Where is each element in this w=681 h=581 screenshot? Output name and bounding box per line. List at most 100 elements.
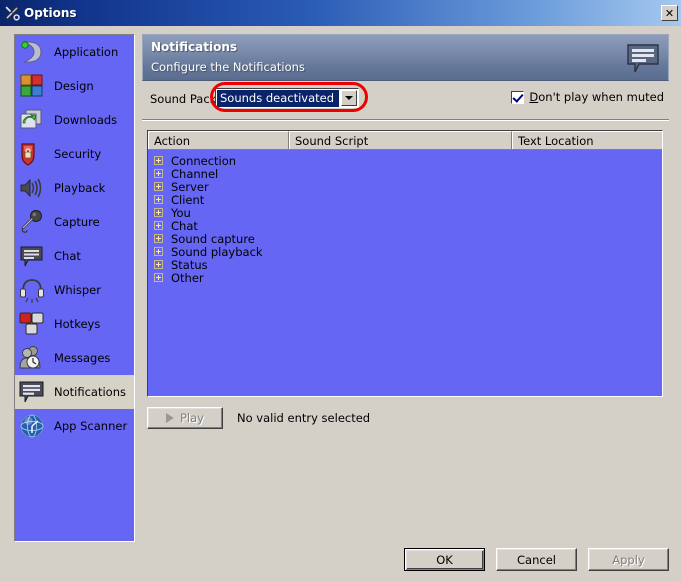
mute-option-accesskey: D — [529, 90, 539, 104]
table-row[interactable]: Server — [148, 179, 662, 194]
row-action: Channel — [171, 166, 219, 181]
panel-header: Notifications Configure the Notification… — [142, 34, 669, 81]
page-subtitle: Configure the Notifications — [151, 60, 305, 74]
dont-play-when-muted-checkbox[interactable] — [511, 90, 525, 104]
row-action: Sound capture — [171, 231, 255, 246]
chevron-down-icon[interactable] — [341, 90, 357, 106]
notifications-listview[interactable]: Action Sound Script Text Location Connec… — [147, 130, 663, 397]
sidebar-item-design[interactable]: Design — [15, 69, 134, 103]
sidebar-item-hotkeys[interactable]: Hotkeys — [15, 307, 134, 341]
title-bar[interactable]: Options ✕ — [0, 0, 681, 26]
table-row[interactable]: Client — [148, 192, 662, 207]
play-button[interactable]: Play — [147, 407, 223, 429]
expand-plus-icon[interactable] — [154, 221, 163, 230]
sidebar-item-app-scanner[interactable]: App Scanner — [15, 409, 134, 443]
speaker-icon — [18, 174, 48, 202]
sidebar-item-label: Application — [54, 45, 119, 59]
sidebar-item-playback[interactable]: Playback — [15, 171, 134, 205]
sidebar: Application Design Downloads Security Pl… — [14, 34, 135, 542]
notifications-icon — [18, 378, 48, 406]
main-panel: Notifications Configure the Notification… — [142, 34, 669, 542]
sound-pack-value: Sounds deactivated — [217, 89, 339, 107]
sidebar-item-label: Messages — [54, 351, 111, 365]
column-header-text-location[interactable]: Text Location — [512, 131, 662, 149]
sidebar-item-label: Chat — [54, 249, 81, 263]
sidebar-item-label: Notifications — [54, 385, 126, 399]
row-action: Connection — [171, 153, 237, 168]
apply-button[interactable]: Apply — [588, 548, 669, 571]
play-button-label: Play — [180, 411, 204, 425]
expand-plus-icon[interactable] — [154, 156, 163, 165]
security-shield-icon — [18, 140, 48, 168]
sidebar-item-label: Design — [54, 79, 94, 93]
expand-plus-icon[interactable] — [154, 247, 163, 256]
sound-pack-label: Sound Pack: — [150, 92, 221, 106]
hotkeys-icon — [18, 310, 48, 338]
sound-pack-row: Sound Pack: Sounds deactivated Don't pla… — [142, 82, 669, 114]
expand-plus-icon[interactable] — [154, 182, 163, 191]
microphone-icon — [18, 208, 48, 236]
play-triangle-icon — [166, 413, 174, 423]
sidebar-item-chat[interactable]: Chat — [15, 239, 134, 273]
tools-icon — [4, 5, 20, 21]
expand-plus-icon[interactable] — [154, 169, 163, 178]
sidebar-item-application[interactable]: Application — [15, 35, 134, 69]
row-action: Server — [171, 179, 209, 194]
table-row[interactable]: Connection — [148, 153, 662, 168]
sidebar-item-whisper[interactable]: Whisper — [15, 273, 134, 307]
chat-bubble-icon — [18, 242, 48, 270]
client-area: Application Design Downloads Security Pl… — [0, 26, 681, 581]
sidebar-item-notifications[interactable]: Notifications — [15, 375, 134, 409]
sidebar-item-capture[interactable]: Capture — [15, 205, 134, 239]
sidebar-item-downloads[interactable]: Downloads — [15, 103, 134, 137]
separator — [142, 119, 669, 121]
table-row[interactable]: Status — [148, 257, 662, 272]
row-action: Chat — [171, 218, 198, 233]
sound-pack-select[interactable]: Sounds deactivated — [215, 88, 359, 108]
play-row: Play No valid entry selected — [147, 406, 663, 430]
options-window: Options ✕ Application Design Downloads S… — [0, 0, 681, 581]
mute-option-label: Don't play when muted — [529, 90, 664, 104]
sidebar-item-label: Playback — [54, 181, 106, 195]
expand-plus-icon[interactable] — [154, 273, 163, 282]
expand-plus-icon[interactable] — [154, 234, 163, 243]
mute-option-label-rest: on't play when muted — [538, 90, 664, 104]
listview-body: Connection Channel Server Client You Cha… — [148, 150, 662, 285]
downloads-icon — [18, 106, 48, 134]
expand-plus-icon[interactable] — [154, 260, 163, 269]
mute-option-row[interactable]: Don't play when muted — [511, 90, 664, 104]
application-icon — [18, 38, 48, 66]
table-row[interactable]: Channel — [148, 166, 662, 181]
sidebar-item-messages[interactable]: Messages — [15, 341, 134, 375]
row-action: Status — [171, 257, 208, 272]
messages-icon — [18, 344, 48, 372]
app-scanner-icon — [18, 412, 48, 440]
row-action: You — [171, 205, 191, 220]
table-row[interactable]: Sound playback — [148, 244, 662, 259]
design-icon — [18, 72, 48, 100]
play-status-text: No valid entry selected — [237, 411, 371, 425]
row-action: Client — [171, 192, 205, 207]
sidebar-item-label: App Scanner — [54, 419, 128, 433]
expand-plus-icon[interactable] — [154, 195, 163, 204]
row-action: Sound playback — [171, 244, 263, 259]
column-header-sound-script[interactable]: Sound Script — [289, 131, 512, 149]
close-icon[interactable]: ✕ — [661, 5, 678, 21]
window-title: Options — [24, 6, 77, 20]
sidebar-item-label: Hotkeys — [54, 317, 101, 331]
notifications-bubble-icon — [626, 43, 660, 75]
expand-plus-icon[interactable] — [154, 208, 163, 217]
table-row[interactable]: Other — [148, 271, 662, 285]
headset-icon — [18, 276, 48, 304]
table-row[interactable]: You — [148, 205, 662, 220]
page-title: Notifications — [151, 40, 238, 54]
table-row[interactable]: Sound capture — [148, 231, 662, 246]
column-header-action[interactable]: Action — [148, 131, 289, 149]
cancel-button[interactable]: Cancel — [496, 548, 577, 571]
ok-button[interactable]: OK — [404, 548, 485, 571]
sidebar-item-security[interactable]: Security — [15, 137, 134, 171]
sidebar-item-label: Whisper — [54, 283, 101, 297]
dialog-buttons: OK Cancel Apply — [404, 548, 669, 571]
sidebar-item-label: Security — [54, 147, 102, 161]
table-row[interactable]: Chat — [148, 218, 662, 233]
